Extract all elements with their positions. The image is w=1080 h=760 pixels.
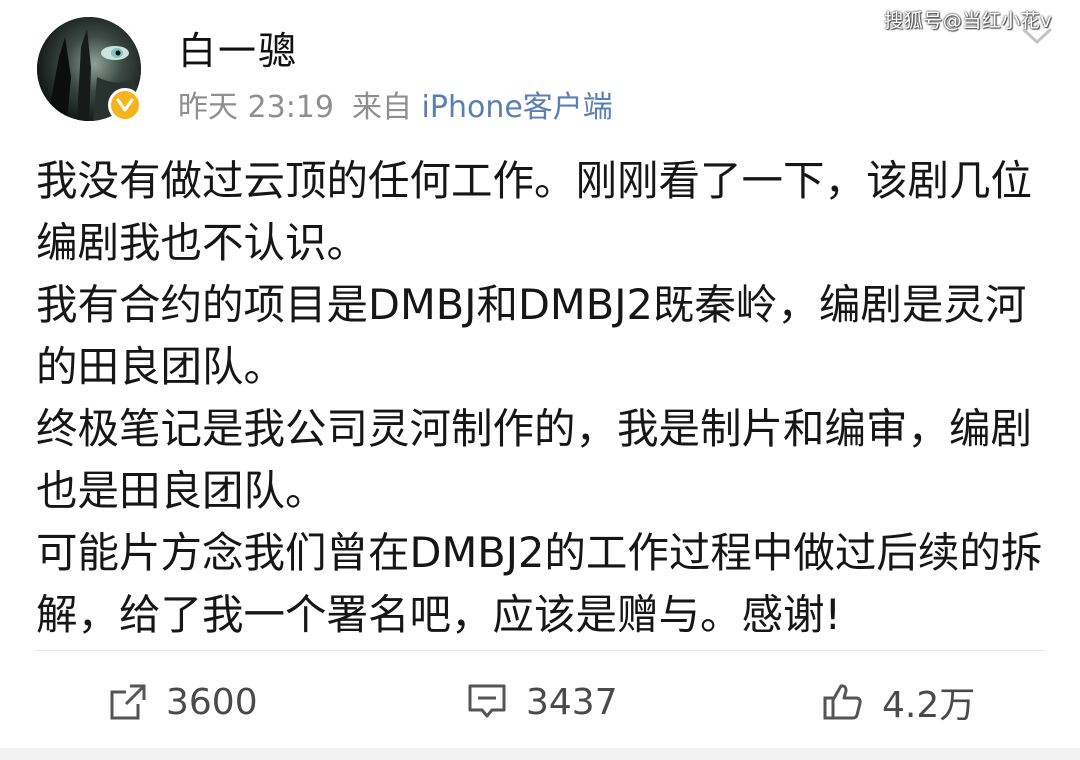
post-body: 我没有做过云顶的任何工作。刚刚看了一下，该剧几位编剧我也不认识。 我有合约的项目…	[36, 150, 1056, 646]
comment-count: 3437	[526, 681, 618, 723]
verified-v-icon	[116, 98, 134, 112]
source-link[interactable]: iPhone客户端	[422, 90, 613, 125]
like-count: 4.2万	[882, 685, 976, 726]
comment-icon	[468, 684, 506, 718]
post-meta: 昨天 23:19 来自 iPhone客户端	[178, 82, 613, 126]
thumbs-up-icon	[823, 684, 862, 720]
post-paragraph: 我没有做过云顶的任何工作。刚刚看了一下，该剧几位编剧我也不认识。	[36, 156, 1033, 267]
like-button[interactable]: 4.2万	[822, 670, 975, 734]
post-paragraph: 终极笔记是我公司灵河制作的，我是制片和编审，编剧也是田良团队。	[36, 404, 1033, 515]
share-icon	[110, 684, 146, 720]
bottom-strip	[0, 748, 1080, 760]
source-prefix: 来自	[352, 90, 412, 125]
comment-button[interactable]: 3437	[466, 670, 618, 734]
repost-count: 3600	[166, 681, 258, 723]
post-time: 昨天 23:19	[178, 90, 334, 125]
post-paragraph: 可能片方念我们曾在DMBJ2的工作过程中做过后续的拆解，给了我一个署名吧，应该是…	[36, 528, 1043, 639]
chevron-down-icon[interactable]	[1020, 22, 1054, 50]
weibo-post-card: 搜狐号@当红小花v 白一骢 昨天 23:19 来自 iPhone客户端 我没有做…	[0, 0, 1080, 760]
action-bar: 3600 3437 4.2万	[0, 670, 1080, 734]
divider	[36, 650, 1044, 651]
verified-badge	[108, 88, 142, 122]
repost-button[interactable]: 3600	[108, 670, 258, 734]
post-paragraph: 我有合约的项目是DMBJ和DMBJ2既秦岭，编剧是灵河的田良团队。	[36, 280, 1027, 391]
author-name[interactable]: 白一骢	[178, 20, 298, 75]
